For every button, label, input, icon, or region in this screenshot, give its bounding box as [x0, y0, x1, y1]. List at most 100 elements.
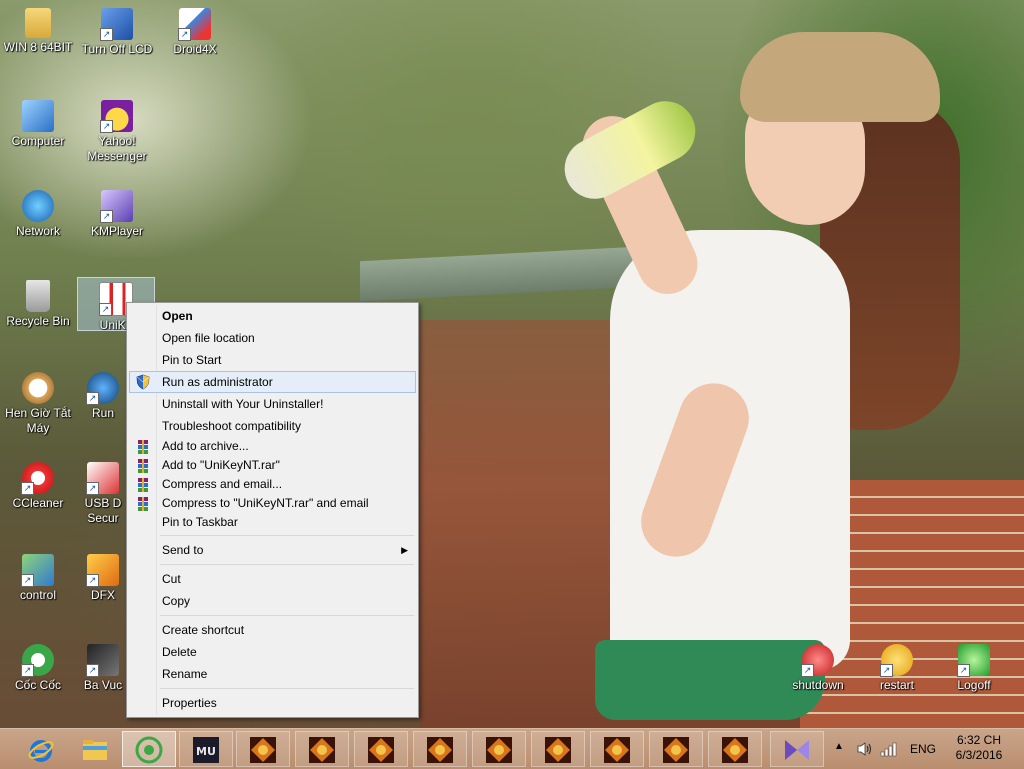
- desktop-icon-label: Cốc Cốc: [14, 678, 61, 692]
- menu-item-pin-to-taskbar[interactable]: Pin to Taskbar: [129, 513, 416, 532]
- taskbar-kmplayer[interactable]: [770, 731, 824, 767]
- desktop-icon-hen-gio-tat-may[interactable]: Hen Giờ Tắt Máy: [0, 372, 76, 436]
- menu-item-label: Compress to "UniKeyNT.rar" and email: [162, 496, 369, 510]
- menu-separator: [160, 564, 414, 565]
- taskbar-file-explorer[interactable]: [68, 731, 122, 767]
- menu-item-pin-to-start[interactable]: Pin to Start: [129, 349, 416, 371]
- taskbar-game-window[interactable]: [413, 731, 467, 767]
- taskbar-internet-explorer[interactable]: [14, 731, 68, 767]
- taskbar-game-window[interactable]: [531, 731, 585, 767]
- ba-vuc-icon: ↗: [86, 644, 119, 677]
- desktop-icon-coc-coc[interactable]: ↗ Cốc Cốc: [0, 644, 76, 693]
- ccleaner-icon: ↗: [21, 462, 54, 495]
- menu-item-open-file-location[interactable]: Open file location: [129, 327, 416, 349]
- desktop-icon-network[interactable]: Network: [0, 190, 76, 239]
- menu-item-add-to-rar[interactable]: Add to "UniKeyNT.rar": [129, 456, 416, 475]
- menu-item-create-shortcut[interactable]: Create shortcut: [129, 619, 416, 641]
- desktop-icon-win8[interactable]: WIN 8 64BIT: [0, 8, 76, 55]
- desktop-icon-label: KMPlayer: [90, 224, 143, 238]
- menu-item-cut[interactable]: Cut: [129, 568, 416, 590]
- desktop-icon-logoff[interactable]: ↗ Logoff: [936, 644, 1012, 693]
- coc-coc-icon: ↗: [21, 644, 54, 677]
- menu-item-troubleshoot[interactable]: Troubleshoot compatibility: [129, 415, 416, 437]
- desktop-icon-recycle-bin[interactable]: Recycle Bin: [0, 280, 76, 329]
- menu-item-open[interactable]: Open: [129, 305, 416, 327]
- winrar-icon: [135, 477, 151, 493]
- desktop-icon-label: control: [19, 588, 57, 602]
- coc-coc-icon: [135, 736, 163, 764]
- game-icon: [663, 737, 689, 763]
- game-icon: [309, 737, 335, 763]
- clock-date: 6/3/2016: [955, 748, 1003, 762]
- menu-item-compress-rar-email[interactable]: Compress to "UniKeyNT.rar" and email: [129, 494, 416, 513]
- taskbar-game-window[interactable]: [295, 731, 349, 767]
- desktop-icon-ccleaner[interactable]: ↗ CCleaner: [0, 462, 76, 511]
- desktop-icon-shutdown[interactable]: ↗ shutdown: [780, 644, 856, 693]
- desktop-icon-label: USB D Secur: [84, 496, 122, 525]
- desktop-icon-run[interactable]: ↗ Run: [79, 372, 127, 421]
- desktop-icon-label: Computer: [11, 134, 65, 148]
- mu-game-icon: MU: [193, 737, 219, 763]
- menu-item-send-to[interactable]: Send to ▶: [129, 539, 416, 561]
- desktop-icon-ba-vuc[interactable]: ↗ Ba Vuc: [79, 644, 127, 693]
- desktop-icon-restart[interactable]: ↗ restart: [859, 644, 935, 693]
- desktop-icon-label: shutdown: [792, 678, 844, 692]
- shortcut-arrow-icon: ↗: [86, 664, 99, 677]
- game-icon: [604, 737, 630, 763]
- game-icon: [722, 737, 748, 763]
- control-panel-icon: ↗: [21, 554, 54, 587]
- menu-item-label: Compress and email...: [162, 477, 283, 491]
- game-icon: [545, 737, 571, 763]
- clock-icon: [22, 372, 54, 404]
- menu-separator: [160, 688, 414, 689]
- game-icon: [486, 737, 512, 763]
- taskbar-game-window[interactable]: [708, 731, 762, 767]
- kmplayer-icon: [785, 740, 809, 760]
- taskbar-game-window[interactable]: [354, 731, 408, 767]
- language-indicator[interactable]: ENG: [910, 729, 936, 769]
- desktop-icon-label: Yahoo! Messenger: [87, 134, 147, 163]
- menu-item-add-to-archive[interactable]: Add to archive...: [129, 437, 416, 456]
- usb-security-icon: ↗: [86, 462, 119, 495]
- desktop-icon-usb-security[interactable]: ↗ USB D Secur: [79, 462, 127, 526]
- context-menu: Open Open file location Pin to Start Run…: [126, 302, 419, 718]
- network-icon: [22, 190, 54, 222]
- menu-item-label: Send to: [162, 543, 204, 557]
- chevron-up-icon: ▲: [834, 741, 844, 752]
- desktop-icon-label: Logoff: [957, 678, 991, 692]
- desktop-icon-label: Run: [91, 406, 114, 420]
- taskbar-coc-coc[interactable]: [122, 731, 176, 767]
- menu-item-delete[interactable]: Delete: [129, 641, 416, 663]
- desktop-icon-kmplayer[interactable]: ↗ KMPlayer: [79, 190, 155, 239]
- taskbar-game-window[interactable]: [649, 731, 703, 767]
- uac-shield-icon: [135, 374, 151, 390]
- menu-item-rename[interactable]: Rename: [129, 663, 416, 685]
- recycle-bin-icon: [26, 280, 50, 312]
- network-signal-icon: [880, 742, 897, 757]
- dfx-icon: ↗: [86, 554, 119, 587]
- menu-item-compress-email[interactable]: Compress and email...: [129, 475, 416, 494]
- desktop-icon-dfx[interactable]: ↗ DFX: [79, 554, 127, 603]
- desktop-icon-computer[interactable]: Computer: [0, 100, 76, 149]
- desktop-icon-droid4x[interactable]: ↗ Droid4X: [157, 8, 233, 57]
- menu-item-uninstall[interactable]: Uninstall with Your Uninstaller!: [129, 393, 416, 415]
- speaker-icon: [857, 742, 872, 756]
- logoff-icon: ↗: [957, 644, 990, 677]
- desktop-icon-yahoo-messenger[interactable]: ↗ Yahoo! Messenger: [79, 100, 155, 164]
- desktop-icon-label: DFX: [91, 588, 115, 602]
- clock[interactable]: 6:32 CH 6/3/2016: [944, 733, 1014, 763]
- taskbar-game-window[interactable]: [590, 731, 644, 767]
- menu-item-copy[interactable]: Copy: [129, 590, 416, 612]
- taskbar-mu-game[interactable]: MU: [179, 731, 233, 767]
- menu-item-properties[interactable]: Properties: [129, 692, 416, 714]
- menu-item-run-as-administrator[interactable]: Run as administrator: [129, 371, 416, 393]
- taskbar-game-window[interactable]: [472, 731, 526, 767]
- desktop-icon-control[interactable]: ↗ control: [0, 554, 76, 603]
- taskbar: MU ▲ ENG 6:32 CH 6/3/2016: [0, 728, 1024, 769]
- shortcut-arrow-icon: ↗: [178, 28, 191, 41]
- kmplayer-icon: ↗: [100, 190, 133, 223]
- menu-item-label: Add to archive...: [162, 439, 249, 453]
- desktop-icon-label: WIN 8 64BIT: [3, 40, 73, 54]
- desktop-icon-turn-off-lcd[interactable]: ↗ Turn Off LCD: [79, 8, 155, 57]
- taskbar-game-window[interactable]: [236, 731, 290, 767]
